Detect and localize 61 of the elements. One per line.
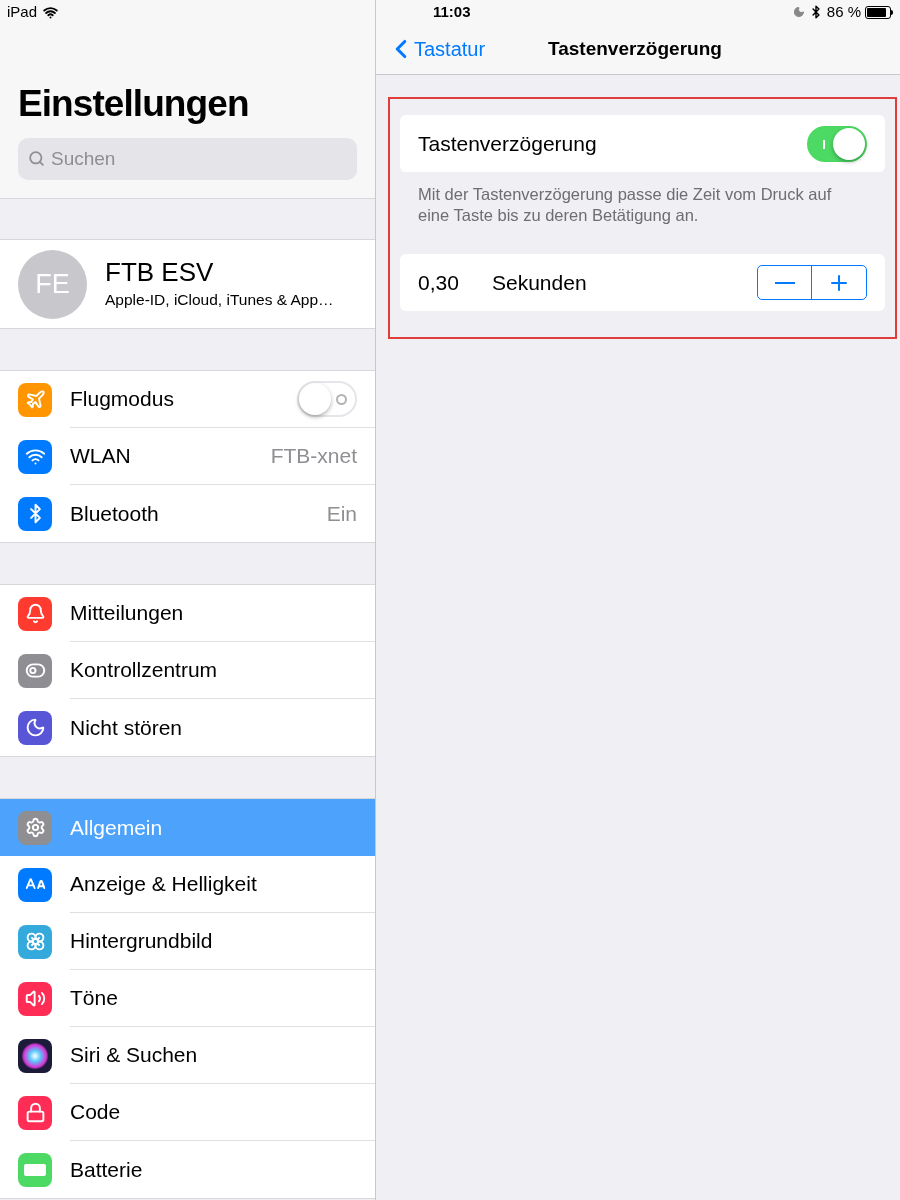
settings-row[interactable]: Bluetooth Ein <box>0 485 375 542</box>
delay-value: 0,30 <box>418 269 460 296</box>
sidebar-title: Einstellungen <box>18 82 250 126</box>
settings-row[interactable]: Töne <box>0 970 375 1027</box>
profile-name: FTB ESV <box>105 256 215 289</box>
settings-row[interactable]: Nicht stören <box>0 699 375 756</box>
row-label: Allgemein <box>70 814 163 841</box>
settings-row[interactable]: Siri & Suchen <box>0 1027 375 1084</box>
airplane-icon <box>18 382 52 417</box>
row-label: Töne <box>70 985 118 1012</box>
row-value: FTB-xnet <box>270 443 357 470</box>
wifi-signal-icon <box>43 4 59 20</box>
settings-row[interactable]: Anzeige & Helligkeit <box>0 856 375 913</box>
minus-icon <box>774 281 795 284</box>
stepper-control[interactable] <box>757 265 867 300</box>
row-label: Flugmodus <box>70 386 174 413</box>
setting-label: Tastenverzögerung <box>418 130 597 157</box>
avatar: FE <box>18 249 87 319</box>
row-value: Ein <box>326 500 357 527</box>
flower-icon <box>18 924 52 959</box>
battery-percent: 86 % <box>826 1 861 22</box>
row-label: Anzeige & Helligkeit <box>70 871 257 898</box>
orb-icon <box>18 1038 52 1073</box>
row-label: Nicht stören <box>70 714 183 741</box>
row-label: WLAN <box>70 443 131 470</box>
moon-icon <box>18 710 52 745</box>
device-name: iPad <box>7 1 38 22</box>
row-label: Hintergrundbild <box>70 928 213 955</box>
lock-icon <box>18 1095 52 1130</box>
search-field[interactable]: Suchen <box>18 138 357 180</box>
battery-icon <box>18 1152 52 1187</box>
profile-row[interactable]: FE FTB ESV Apple-ID, iCloud, iTunes & App… <box>0 239 375 329</box>
profile-subtitle: Apple-ID, iCloud, iTunes & App… <box>105 290 334 311</box>
settings-row[interactable]: WLAN FTB-xnet <box>0 428 375 485</box>
toggle-switch[interactable] <box>807 125 867 162</box>
row-label: Batterie <box>70 1156 143 1183</box>
row-label: Code <box>70 1099 121 1126</box>
wifi-icon <box>18 439 52 474</box>
speaker-icon <box>18 981 52 1016</box>
settings-row[interactable]: Flugmodus <box>0 371 375 428</box>
footer-note: Mit der Tastenverzögerung passe die Zeit vom Druck auf eine Taste bis zu deren Betätigung an. <box>417 184 833 226</box>
settings-row[interactable]: Kontrollzentrum <box>0 642 375 699</box>
clock-time: 11:03 <box>433 1 471 22</box>
settings-row[interactable]: Mitteilungen <box>0 585 375 642</box>
row-label: Bluetooth <box>70 500 159 527</box>
text-size-icon <box>18 867 52 902</box>
settings-row[interactable]: Batterie <box>0 1141 375 1198</box>
row-label: Mitteilungen <box>70 600 184 627</box>
notification-icon <box>18 596 52 631</box>
delay-unit: Sekunden <box>492 269 587 296</box>
gear-icon <box>18 810 52 845</box>
back-button[interactable]: Tastatur <box>386 34 486 64</box>
nav-title: Tastenverzögerung <box>548 36 722 61</box>
switches-icon <box>18 653 52 688</box>
moon-icon <box>792 6 805 18</box>
settings-row[interactable]: Hintergrundbild <box>0 913 375 970</box>
row-label: Siri & Suchen <box>70 1042 198 1069</box>
row-label: Kontrollzentrum <box>70 657 218 684</box>
bluetooth-icon <box>18 496 52 531</box>
settings-row[interactable]: Code <box>0 1084 375 1141</box>
search-icon <box>28 150 45 167</box>
